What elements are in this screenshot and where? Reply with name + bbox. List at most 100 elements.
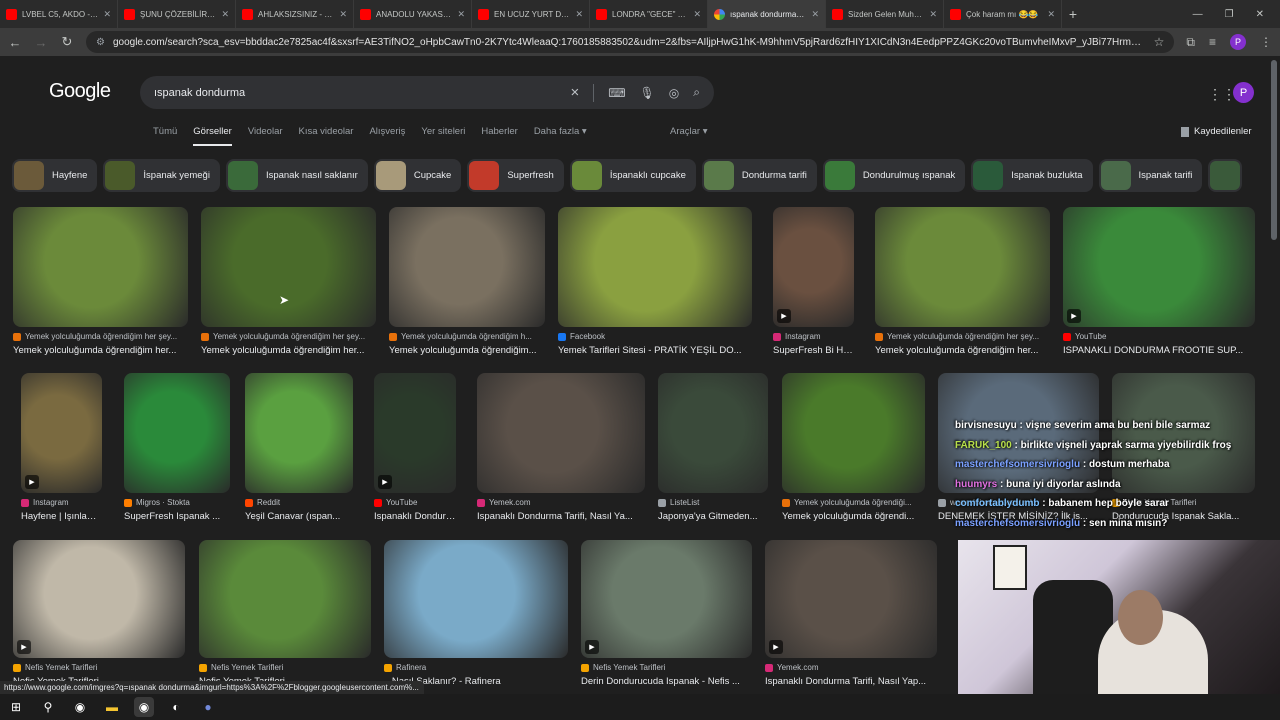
result-source[interactable]: Instagram xyxy=(21,498,102,507)
image-result-card[interactable]: ▶ Nefis Yemek Tarifleri Derin Dondurucuda … xyxy=(581,540,752,687)
result-thumbnail[interactable]: ▶ xyxy=(21,373,102,493)
related-chip[interactable]: Ispanak tarifi xyxy=(1098,159,1203,192)
result-source[interactable]: YouTube xyxy=(374,498,456,507)
account-avatar[interactable]: P xyxy=(1233,82,1254,103)
result-source[interactable]: Yemek yolculuğumda öğrendiği... xyxy=(782,498,925,507)
image-result-card[interactable]: ▶ YouTube ISPANAKLI DONDURMA FROOTIE SUP..… xyxy=(1063,207,1255,356)
search-tab[interactable]: Kısa videolar xyxy=(299,126,354,146)
image-result-card[interactable]: Yemek yolculuğumda öğrendiğim h... Yemek … xyxy=(389,207,545,356)
image-result-card[interactable]: ▶Nefis Yemek TarifleriNefis Yemek Tarifl… xyxy=(13,540,185,687)
result-source[interactable]: Migros · Stokta xyxy=(124,498,230,507)
result-caption[interactable]: Yeşil Canavar (ıspan... xyxy=(245,511,353,522)
tab-close-icon[interactable]: ✕ xyxy=(575,9,583,20)
saved-button[interactable]: Kaydedilenler xyxy=(1181,126,1252,137)
result-thumbnail[interactable] xyxy=(124,373,230,493)
result-thumbnail[interactable] xyxy=(477,373,645,493)
image-result-card[interactable]: Yemek yolculuğumda öğrendiğim her şey...… xyxy=(875,207,1050,356)
browser-tab[interactable]: EN UCUZ YURT DIŞI ✕ xyxy=(472,0,590,28)
result-caption[interactable]: SuperFresh Bi Hay... xyxy=(773,345,854,356)
search-icon[interactable]: ⌕ xyxy=(693,85,700,100)
clear-icon[interactable]: × xyxy=(570,84,579,101)
image-result-card[interactable]: ▶ Instagram Hayfene | Işınlama... xyxy=(21,373,102,522)
address-bar[interactable]: ⚙ google.com/search?sca_esv=bbddac2e7825… xyxy=(86,31,1175,53)
tab-close-icon[interactable]: ✕ xyxy=(929,9,937,20)
result-thumbnail[interactable]: ▶ xyxy=(773,207,854,327)
search-tab[interactable]: Videolar xyxy=(248,126,283,146)
search-tab[interactable]: Yer siteleri xyxy=(421,126,465,146)
related-chip[interactable]: Ispanak nasıl saklanır xyxy=(225,159,368,192)
search-tab[interactable]: Haberler xyxy=(481,126,517,146)
result-thumbnail[interactable] xyxy=(384,540,568,658)
result-source[interactable]: Yemek.com xyxy=(765,663,937,672)
result-source[interactable]: Yemek yolculuğumda öğrendiğim her şey... xyxy=(875,332,1050,341)
result-caption[interactable]: Ispanaklı Dondurm... xyxy=(374,511,456,522)
search-tab[interactable]: Alışveriş xyxy=(369,126,405,146)
related-chip[interactable] xyxy=(1208,159,1243,192)
image-result-card[interactable]: Facebook Yemek Tarifleri Sitesi - PRATİK … xyxy=(558,207,752,356)
browser-tab[interactable]: ıspanak dondurma - G ✕ xyxy=(708,0,826,28)
result-source[interactable]: Nefis Yemek Tarifleri xyxy=(199,663,371,672)
page-scrollbar[interactable] xyxy=(1271,60,1277,240)
media-icon[interactable]: ≡ xyxy=(1209,35,1216,49)
result-source[interactable]: Yemek yolculuğumda öğrendiğim her şey... xyxy=(13,332,188,341)
tab-close-icon[interactable]: ✕ xyxy=(457,9,465,20)
result-thumbnail[interactable] xyxy=(389,207,545,327)
bookmark-star-icon[interactable]: ☆ xyxy=(1154,35,1165,49)
result-source[interactable]: YouTube xyxy=(1063,332,1255,341)
discord-icon[interactable]: ● xyxy=(198,697,218,717)
image-result-card[interactable]: Migros · Stokta SuperFresh Ispanak ... xyxy=(124,373,230,522)
result-caption[interactable]: ISPANAKLI DONDURMA FROOTIE SUP... xyxy=(1063,345,1255,356)
result-source[interactable]: Instagram xyxy=(773,332,854,341)
related-chip[interactable]: Superfresh xyxy=(467,159,564,192)
close-window-icon[interactable]: ✕ xyxy=(1256,9,1264,20)
lens-icon[interactable]: ◎ xyxy=(669,86,679,100)
image-result-card[interactable]: ▶ Yemek.com Ispanaklı Dondurma Tarifi, Nas… xyxy=(765,540,937,687)
extensions-icon[interactable]: ⧉ xyxy=(1186,35,1195,50)
profile-avatar[interactable]: P xyxy=(1230,34,1246,50)
result-source[interactable]: Yemek yolculuğumda öğrendiğim h... xyxy=(389,332,545,341)
result-caption[interactable]: Yemek Tarifleri Sitesi - PRATİK YEŞİL DO… xyxy=(558,345,752,356)
result-caption[interactable]: Ispanaklı Dondurma Tarifi, Nasıl Ya... xyxy=(477,511,645,522)
tab-close-icon[interactable]: ✕ xyxy=(221,9,229,20)
result-caption[interactable]: Ispanaklı Dondurma Tarifi, Nasıl Yap... xyxy=(765,676,937,687)
image-result-card[interactable]: ▶ Instagram SuperFresh Bi Hay... xyxy=(773,207,854,356)
related-chip[interactable]: Dondurulmuş ıspanak xyxy=(822,159,966,192)
tab-close-icon[interactable]: ✕ xyxy=(339,9,347,20)
image-result-card[interactable]: Nefis Yemek TarifleriNefis Yemek Tarifle… xyxy=(199,540,371,687)
result-thumbnail[interactable] xyxy=(201,207,376,327)
chrome-icon[interactable]: ◉ xyxy=(70,697,90,717)
file-explorer-icon[interactable]: ▬ xyxy=(102,697,122,717)
related-chip[interactable]: Ispanak buzlukta xyxy=(971,159,1093,192)
result-source[interactable]: Reddit xyxy=(245,498,353,507)
result-source[interactable]: Yemek.com xyxy=(477,498,645,507)
result-caption[interactable]: Yemek yolculuğumda öğrendiğim her... xyxy=(13,345,188,356)
result-thumbnail[interactable] xyxy=(875,207,1050,327)
browser-tab[interactable]: ANADOLU YAKASI SO ✕ xyxy=(354,0,472,28)
image-result-card[interactable]: Yemek yolculuğumda öğrendiğim her şey...… xyxy=(13,207,188,356)
browser-tab[interactable]: Çok haram mı 😂😂 ✕ xyxy=(944,0,1062,28)
related-chip[interactable]: Hayfene xyxy=(12,159,98,192)
tab-close-icon[interactable]: ✕ xyxy=(811,9,819,20)
browser-tab[interactable]: ŞUNU ÇÖZEBİLİR Mİ... ✕ xyxy=(118,0,236,28)
related-chip[interactable]: İspanak yemeği xyxy=(103,159,220,192)
result-source[interactable]: Yemek yolculuğumda öğrendiğim her şey... xyxy=(201,332,376,341)
browser-tab[interactable]: AHLAKSIZSINIZ - Lut ✕ xyxy=(236,0,354,28)
windows-start-icon[interactable]: ⊞ xyxy=(6,697,26,717)
result-caption[interactable]: Yemek yolculuğumda öğrendi... xyxy=(782,511,925,522)
result-thumbnail[interactable] xyxy=(558,207,752,327)
result-caption[interactable]: SuperFresh Ispanak ... xyxy=(124,511,230,522)
image-result-card[interactable]: Rafinera ...Nasıl Saklanır? - Rafinera xyxy=(384,540,568,687)
chrome-active-icon[interactable]: ◉ xyxy=(134,697,154,717)
result-source[interactable]: Nefis Yemek Tarifleri xyxy=(13,663,185,672)
result-caption[interactable]: Yemek yolculuğumda öğrendiğim her... xyxy=(201,345,376,356)
image-result-card[interactable]: ▶ YouTube Ispanaklı Dondurm... xyxy=(374,373,456,522)
tab-close-icon[interactable]: ✕ xyxy=(1047,9,1055,20)
search-tab[interactable]: Görseller xyxy=(193,126,232,146)
image-result-card[interactable]: Yemek.com Ispanaklı Dondurma Tarifi, Nası… xyxy=(477,373,645,522)
browser-tab[interactable]: Sizden Gelen Muhafa ✕ xyxy=(826,0,944,28)
microphone-icon[interactable]: 🎙 xyxy=(640,86,655,100)
tools-button[interactable]: Araçlar ▾ xyxy=(670,126,708,137)
reload-icon[interactable]: ↻ xyxy=(60,34,74,50)
result-caption[interactable]: Derin Dondurucuda Ispanak - Nefis ... xyxy=(581,676,752,687)
obs-icon[interactable]: ◐ xyxy=(166,697,186,717)
